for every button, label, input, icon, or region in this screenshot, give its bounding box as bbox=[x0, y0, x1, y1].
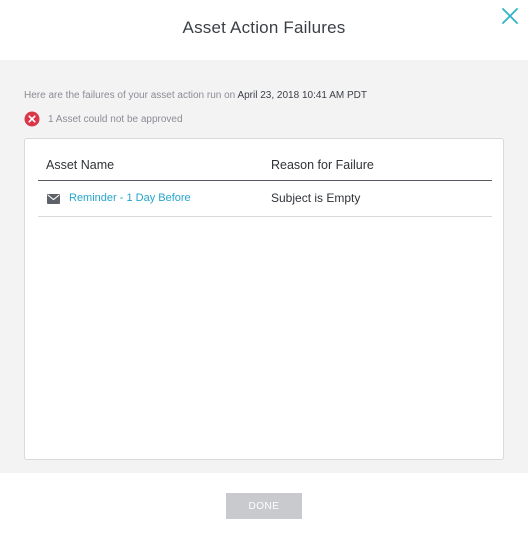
asset-action-failures-dialog: Asset Action Failures Here are the failu… bbox=[0, 0, 528, 538]
failure-status: 1 Asset could not be approved bbox=[24, 111, 183, 127]
close-x-icon bbox=[502, 8, 518, 24]
error-circle-icon bbox=[24, 111, 40, 127]
table-header-row: Asset Name Reason for Failure bbox=[38, 139, 492, 181]
run-timestamp: April 23, 2018 10:41 AM PDT bbox=[237, 90, 367, 101]
asset-name-link[interactable]: Reminder - 1 Day Before bbox=[69, 192, 191, 204]
dialog-header: Asset Action Failures bbox=[0, 0, 528, 60]
dialog-body: Here are the failures of your asset acti… bbox=[0, 60, 528, 473]
failures-table: Asset Name Reason for Failure Reminder -… bbox=[24, 138, 504, 460]
dialog-title: Asset Action Failures bbox=[182, 18, 346, 37]
dialog-footer: DONE bbox=[0, 473, 528, 538]
envelope-icon bbox=[47, 194, 60, 204]
column-header-asset-name: Asset Name bbox=[46, 158, 115, 172]
close-button[interactable] bbox=[498, 4, 522, 28]
column-header-reason: Reason for Failure bbox=[271, 158, 374, 172]
done-button[interactable]: DONE bbox=[226, 493, 302, 519]
failure-status-text: 1 Asset could not be approved bbox=[48, 113, 183, 125]
failure-reason: Subject is Empty bbox=[271, 191, 361, 205]
table-row: Reminder - 1 Day Before Subject is Empty bbox=[38, 182, 492, 217]
summary-prefix: Here are the failures of your asset acti… bbox=[24, 90, 238, 101]
run-summary: Here are the failures of your asset acti… bbox=[24, 90, 367, 101]
